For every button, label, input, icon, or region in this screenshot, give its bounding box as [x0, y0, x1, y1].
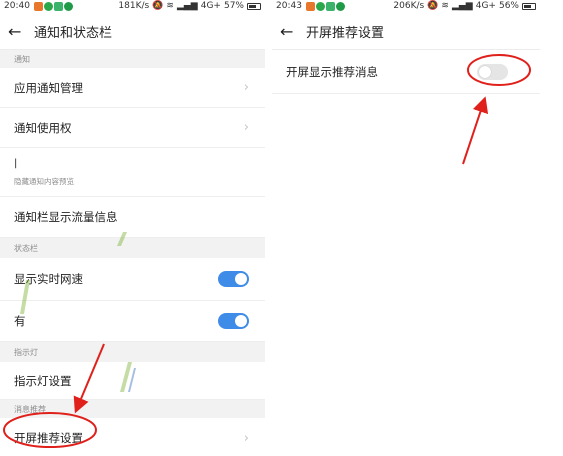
row-label: 通知栏显示流量信息	[14, 210, 118, 224]
row-label: 通知使用权	[14, 120, 72, 135]
realtime-speed-toggle[interactable]	[218, 271, 249, 287]
row-subtext: 隐藏通知内容预览	[14, 177, 74, 186]
splash-recommend-toggle[interactable]	[477, 63, 508, 80]
app-notification-icon	[33, 2, 43, 11]
wifi-icon: ≋	[441, 1, 449, 11]
chevron-right-icon: ›	[243, 80, 249, 95]
right-screen: 20:43 206K/s 🔕 ≋ ▂▄▆ 4G+ 56% ← 开屏推荐设置 开屏…	[272, 0, 540, 456]
watermark-mark	[117, 232, 127, 246]
mute-icon: 🔕	[152, 1, 164, 11]
battery-percent: 57%	[223, 1, 244, 11]
title-bar: ← 通知和状态栏	[0, 13, 265, 50]
partial-toggle[interactable]	[218, 313, 249, 329]
status-time: 20:40	[4, 1, 30, 11]
status-bar: 20:43 206K/s 🔕 ≋ ▂▄▆ 4G+ 56%	[272, 0, 540, 13]
app-notification-management-item[interactable]: 应用通知管理 ›	[0, 68, 265, 108]
back-arrow-icon[interactable]: ←	[280, 22, 302, 41]
section-header-recommend: 消息推荐	[0, 400, 265, 418]
traffic-info-item[interactable]: 通知栏显示流量信息	[0, 197, 265, 238]
row-label: 有	[14, 314, 26, 328]
battery-icon	[522, 3, 536, 10]
network-speed: 181K/s	[118, 1, 150, 11]
app-notification-icon	[53, 2, 63, 11]
row-label: |	[14, 158, 18, 169]
left-screen: 20:40 181K/s 🔕 ≋ ▂▄▆ 4G+ 57% ← 通知和状态栏 通知…	[0, 0, 265, 456]
status-time: 20:43	[276, 1, 302, 11]
hide-notification-content-item[interactable]: | 隐藏通知内容预览	[0, 148, 265, 197]
chevron-right-icon: ›	[243, 430, 249, 446]
app-notification-icon	[305, 2, 315, 11]
page-title: 通知和状态栏	[34, 25, 113, 41]
section-header-notify: 通知	[0, 50, 265, 68]
splash-recommend-message-item[interactable]: 开屏显示推荐消息	[272, 50, 540, 94]
battery-percent: 56%	[498, 1, 519, 11]
signal-icon: ▂▄▆	[176, 1, 198, 11]
row-label: 应用通知管理	[14, 80, 83, 95]
signal-icon: ▂▄▆	[451, 1, 473, 11]
app-notification-icon	[325, 2, 335, 11]
mute-icon: 🔕	[427, 1, 439, 11]
title-bar: ← 开屏推荐设置	[272, 13, 540, 50]
row-label: 开屏显示推荐消息	[286, 64, 378, 79]
app-notification-icon	[315, 2, 325, 11]
realtime-speed-item[interactable]: 显示实时网速	[0, 258, 265, 301]
app-notification-icon	[63, 2, 73, 11]
section-header-statusbar: 状态栏	[0, 238, 265, 258]
battery-icon	[247, 3, 261, 10]
row-label: 显示实时网速	[14, 272, 83, 286]
network-speed: 206K/s	[393, 1, 425, 11]
notification-access-item[interactable]: 通知使用权 ›	[0, 108, 265, 148]
chevron-right-icon: ›	[243, 120, 249, 135]
back-arrow-icon[interactable]: ←	[8, 22, 30, 41]
page-title: 开屏推荐设置	[306, 25, 385, 41]
app-notification-icon	[43, 2, 53, 11]
network-type: 4G+	[200, 1, 221, 11]
row-label: 开屏推荐设置	[14, 431, 83, 445]
screen-divider	[265, 0, 272, 456]
section-header-indicator: 指示灯	[0, 342, 265, 362]
splash-recommend-setting-item[interactable]: 开屏推荐设置 ›	[0, 418, 265, 456]
watermark-mark	[20, 280, 30, 314]
network-type: 4G+	[475, 1, 496, 11]
wifi-icon: ≋	[166, 1, 174, 11]
status-bar: 20:40 181K/s 🔕 ≋ ▂▄▆ 4G+ 57%	[0, 0, 265, 13]
app-notification-icon	[335, 2, 345, 11]
partial-item[interactable]: 有	[0, 301, 265, 342]
watermark-mark	[120, 362, 136, 392]
